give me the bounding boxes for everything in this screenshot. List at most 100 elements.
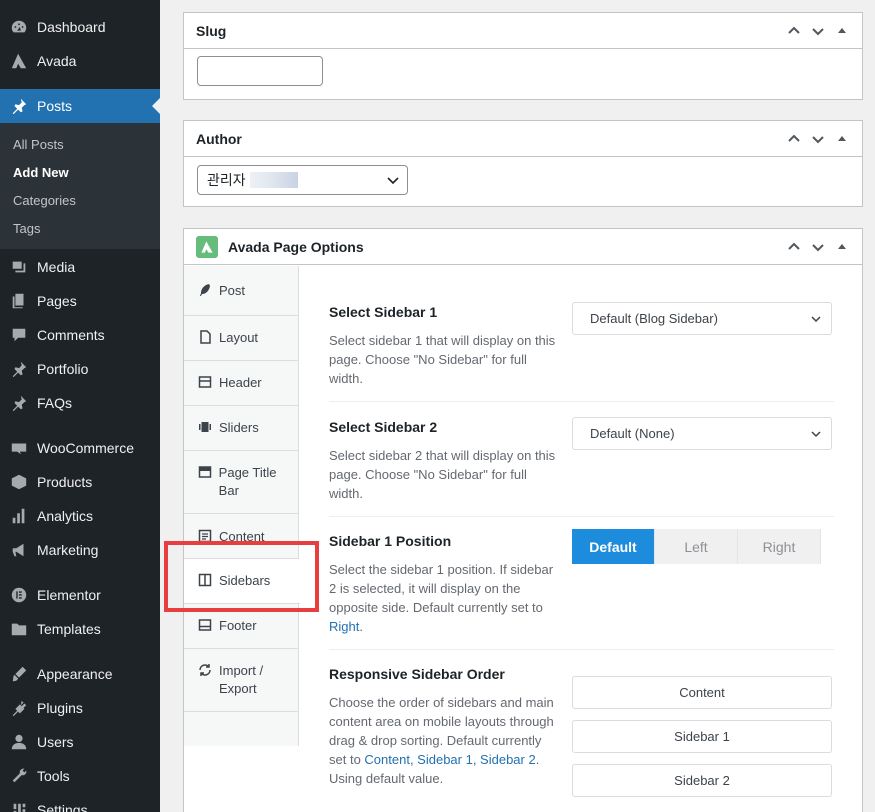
menu-posts[interactable]: Posts: [0, 89, 160, 123]
menu-label: Comments: [37, 327, 105, 343]
move-up-icon[interactable]: [782, 132, 806, 146]
move-down-icon[interactable]: [806, 132, 830, 146]
default-value-link[interactable]: Content, Sidebar 1, Sidebar 2: [364, 752, 535, 767]
tab-sliders[interactable]: Sliders: [184, 406, 299, 451]
move-up-icon[interactable]: [782, 24, 806, 38]
move-down-icon[interactable]: [806, 240, 830, 254]
menu-label: Posts: [37, 98, 73, 114]
redacted-name: [249, 172, 298, 188]
metabox-title: Author: [196, 130, 242, 147]
tab-header[interactable]: Header: [184, 361, 299, 406]
menu-label: Settings: [37, 802, 88, 812]
tab-post[interactable]: Post: [184, 266, 299, 316]
pages-icon: [9, 291, 29, 311]
menu-woocommerce[interactable]: WooCommerce: [0, 431, 160, 465]
menu-label: Elementor: [37, 587, 101, 603]
submenu-categories[interactable]: Categories: [13, 193, 76, 208]
menu-pages[interactable]: Pages: [0, 284, 160, 318]
analytics-icon: [9, 506, 29, 526]
tab-layout[interactable]: Layout: [184, 316, 299, 361]
move-down-icon[interactable]: [806, 24, 830, 38]
chevron-down-icon: [811, 431, 821, 438]
slug-input[interactable]: [197, 56, 323, 86]
slug-metabox: Slug: [183, 12, 863, 100]
menu-products[interactable]: Products: [0, 465, 160, 499]
sidebar2-select[interactable]: Default (None): [572, 417, 832, 450]
submenu-tags[interactable]: Tags: [13, 221, 40, 236]
move-up-icon[interactable]: [782, 240, 806, 254]
admin-sidebar: Dashboard Avada Posts All Posts Add New …: [0, 0, 160, 812]
toggle-panel-icon[interactable]: [830, 132, 854, 146]
menu-marketing[interactable]: Marketing: [0, 533, 160, 567]
menu-analytics[interactable]: Analytics: [0, 499, 160, 533]
menu-label: Plugins: [37, 700, 83, 716]
menu-label: WooCommerce: [37, 440, 134, 456]
menu-label: Marketing: [37, 542, 99, 558]
menu-label: Users: [37, 734, 74, 750]
menu-label: Templates: [37, 621, 101, 637]
menu-comments[interactable]: Comments: [0, 318, 160, 352]
option-title: Sidebar 1 Position: [329, 533, 452, 549]
comments-icon: [9, 325, 29, 345]
toggle-panel-icon[interactable]: [830, 240, 854, 254]
sortable-item-sidebar-2[interactable]: Sidebar 2: [572, 764, 832, 797]
menu-faqs[interactable]: FAQs: [0, 386, 160, 420]
menu-label: Avada: [37, 53, 77, 69]
feather-icon: [197, 282, 213, 298]
menu-dashboard[interactable]: Dashboard: [0, 10, 160, 44]
menu-settings[interactable]: Settings: [0, 793, 160, 812]
settings-icon: [9, 800, 29, 812]
menu-tools[interactable]: Tools: [0, 759, 160, 793]
menu-label: Dashboard: [37, 19, 106, 35]
tab-label: Sliders: [219, 420, 259, 435]
plugin-icon: [9, 698, 29, 718]
option-title: Select Sidebar 2: [329, 419, 438, 435]
menu-plugins[interactable]: Plugins: [0, 691, 160, 725]
elementor-icon: [9, 585, 29, 605]
author-select[interactable]: 관리자: [197, 165, 408, 195]
header-icon: [197, 374, 213, 390]
menu-portfolio[interactable]: Portfolio: [0, 352, 160, 386]
divider: [329, 401, 834, 402]
sortable-item-content[interactable]: Content: [572, 676, 832, 709]
author-metabox: Author 관리자: [183, 120, 863, 207]
chevron-down-icon: [387, 177, 399, 185]
menu-media[interactable]: Media: [0, 250, 160, 284]
menu-elementor[interactable]: Elementor: [0, 578, 160, 612]
metabox-header: Slug: [184, 13, 862, 49]
option-description: Select sidebar 1 that will display on th…: [329, 333, 556, 386]
megaphone-icon: [9, 540, 29, 560]
sidebar1-select[interactable]: Default (Blog Sidebar): [572, 302, 832, 335]
menu-templates[interactable]: Templates: [0, 612, 160, 646]
author-selected-value: 관리자: [207, 172, 246, 188]
menu-label: Products: [37, 474, 93, 490]
slider-icon: [197, 419, 213, 435]
default-value-link[interactable]: Right: [329, 619, 359, 634]
products-icon: [9, 472, 29, 492]
menu-avada[interactable]: Avada: [0, 44, 160, 78]
submenu-all-posts[interactable]: All Posts: [13, 137, 64, 152]
menu-appearance[interactable]: Appearance: [0, 657, 160, 691]
menu-users[interactable]: Users: [0, 725, 160, 759]
metabox-header: Author: [184, 121, 862, 157]
woo-icon: [9, 438, 29, 458]
tab-import-export[interactable]: Import / Export: [184, 649, 299, 712]
document-icon: [197, 329, 213, 345]
submenu-add-new[interactable]: Add New: [13, 165, 69, 180]
option-description: Select the sidebar 1 position. If sideba…: [329, 562, 554, 634]
avada-logo-icon: [196, 235, 218, 258]
sync-icon: [197, 662, 213, 678]
metabox-title: Slug: [196, 22, 227, 39]
position-right-button[interactable]: Right: [738, 529, 821, 564]
tab-label: Footer: [219, 618, 257, 633]
menu-label: FAQs: [37, 395, 73, 411]
titlebar-icon: [197, 464, 213, 480]
sortable-item-sidebar-1[interactable]: Sidebar 1: [572, 720, 832, 753]
tab-label: Header: [219, 375, 262, 390]
position-default-button[interactable]: Default: [572, 529, 655, 564]
toggle-panel-icon[interactable]: [830, 24, 854, 38]
tab-page-title-bar[interactable]: Page Title Bar: [184, 451, 299, 514]
avada-page-options-metabox: Avada Page Options Post Layout Header Sl…: [183, 228, 863, 812]
tab-label: Layout: [219, 330, 259, 345]
position-left-button[interactable]: Left: [655, 529, 738, 564]
